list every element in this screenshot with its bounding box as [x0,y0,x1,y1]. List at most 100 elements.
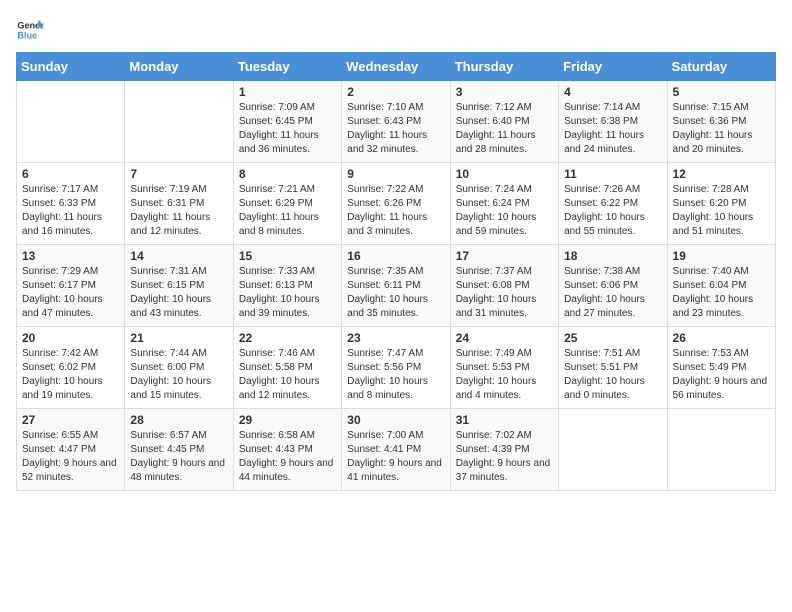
day-cell: 7 Sunrise: 7:19 AM Sunset: 6:31 PM Daylig… [125,163,233,245]
day-content: Sunrise: 6:57 AM Sunset: 4:45 PM Dayligh… [130,429,227,485]
week-row-3: 13 Sunrise: 7:29 AM Sunset: 6:17 PM Dayli… [17,245,776,327]
day-number: 22 [239,331,336,345]
day-number: 2 [347,85,444,99]
day-cell: 1 Sunrise: 7:09 AM Sunset: 6:45 PM Daylig… [233,81,341,163]
day-cell: 26Sunrise: 7:53 AM Sunset: 5:49 PM Dayli… [667,327,775,409]
svg-text:Blue: Blue [17,30,37,40]
week-row-5: 27Sunrise: 6:55 AM Sunset: 4:47 PM Dayli… [17,409,776,491]
day-number: 21 [130,331,227,345]
day-content: Sunrise: 7:12 AM Sunset: 6:40 PM Dayligh… [456,101,553,157]
day-cell: 30 Sunrise: 7:00 AM Sunset: 4:41 PM Dayli… [342,409,450,491]
day-content: Sunrise: 7:00 AM Sunset: 4:41 PM Dayligh… [347,429,444,485]
day-cell: 31 Sunrise: 7:02 AM Sunset: 4:39 PM Dayli… [450,409,558,491]
day-number: 13 [22,249,119,263]
day-number: 31 [456,413,553,427]
day-cell: 19 Sunrise: 7:40 AM Sunset: 6:04 PM Dayli… [667,245,775,327]
day-cell: 21 Sunrise: 7:44 AM Sunset: 6:00 PM Dayli… [125,327,233,409]
day-content: Sunrise: 7:33 AM Sunset: 6:13 PM Dayligh… [239,265,336,321]
day-content: Sunrise: 7:46 AM Sunset: 5:58 PM Dayligh… [239,347,336,403]
day-number: 7 [130,167,227,181]
day-content: Sunrise: 7:40 AM Sunset: 6:04 PM Dayligh… [673,265,770,321]
day-number: 15 [239,249,336,263]
day-number: 23 [347,331,444,345]
day-cell: 11 Sunrise: 7:26 AM Sunset: 6:22 PM Dayli… [559,163,667,245]
day-cell: 18 Sunrise: 7:38 AM Sunset: 6:06 PM Dayli… [559,245,667,327]
header: General Blue [16,16,776,44]
day-cell [125,81,233,163]
day-number: 12 [673,167,770,181]
day-number: 28 [130,413,227,427]
day-cell: 17Sunrise: 7:37 AM Sunset: 6:08 PM Dayli… [450,245,558,327]
day-content: Sunrise: 7:26 AM Sunset: 6:22 PM Dayligh… [564,183,661,239]
day-cell: 14 Sunrise: 7:31 AM Sunset: 6:15 PM Dayli… [125,245,233,327]
day-content: Sunrise: 7:49 AM Sunset: 5:53 PM Dayligh… [456,347,553,403]
day-cell: 22 Sunrise: 7:46 AM Sunset: 5:58 PM Dayli… [233,327,341,409]
day-cell: 3 Sunrise: 7:12 AM Sunset: 6:40 PM Daylig… [450,81,558,163]
week-row-2: 6 Sunrise: 7:17 AM Sunset: 6:33 PM Daylig… [17,163,776,245]
header-sunday: Sunday [17,53,125,81]
day-content: Sunrise: 7:24 AM Sunset: 6:24 PM Dayligh… [456,183,553,239]
header-row: SundayMondayTuesdayWednesdayThursdayFrid… [17,53,776,81]
week-row-4: 20 Sunrise: 7:42 AM Sunset: 6:02 PM Dayli… [17,327,776,409]
day-number: 19 [673,249,770,263]
day-number: 29 [239,413,336,427]
day-number: 20 [22,331,119,345]
day-cell: 29Sunrise: 6:58 AM Sunset: 4:43 PM Dayli… [233,409,341,491]
day-number: 1 [239,85,336,99]
day-number: 25 [564,331,661,345]
day-content: Sunrise: 7:10 AM Sunset: 6:43 PM Dayligh… [347,101,444,157]
day-number: 14 [130,249,227,263]
day-number: 10 [456,167,553,181]
day-content: Sunrise: 7:21 AM Sunset: 6:29 PM Dayligh… [239,183,336,239]
calendar-table: SundayMondayTuesdayWednesdayThursdayFrid… [16,52,776,491]
day-content: Sunrise: 7:44 AM Sunset: 6:00 PM Dayligh… [130,347,227,403]
day-cell: 10 Sunrise: 7:24 AM Sunset: 6:24 PM Dayli… [450,163,558,245]
day-content: Sunrise: 7:38 AM Sunset: 6:06 PM Dayligh… [564,265,661,321]
day-content: Sunrise: 7:15 AM Sunset: 6:36 PM Dayligh… [673,101,770,157]
day-cell: 28 Sunrise: 6:57 AM Sunset: 4:45 PM Dayli… [125,409,233,491]
day-number: 27 [22,413,119,427]
day-cell: 12 Sunrise: 7:28 AM Sunset: 6:20 PM Dayli… [667,163,775,245]
logo-icon: General Blue [16,16,44,44]
day-content: Sunrise: 7:31 AM Sunset: 6:15 PM Dayligh… [130,265,227,321]
day-number: 3 [456,85,553,99]
day-cell: 20 Sunrise: 7:42 AM Sunset: 6:02 PM Dayli… [17,327,125,409]
day-content: Sunrise: 7:37 AM Sunset: 6:08 PM Dayligh… [456,265,553,321]
day-cell: 6 Sunrise: 7:17 AM Sunset: 6:33 PM Daylig… [17,163,125,245]
day-number: 11 [564,167,661,181]
header-tuesday: Tuesday [233,53,341,81]
day-cell: 9Sunrise: 7:22 AM Sunset: 6:26 PM Daylig… [342,163,450,245]
day-number: 24 [456,331,553,345]
day-content: Sunrise: 7:51 AM Sunset: 5:51 PM Dayligh… [564,347,661,403]
day-number: 5 [673,85,770,99]
day-content: Sunrise: 7:14 AM Sunset: 6:38 PM Dayligh… [564,101,661,157]
day-content: Sunrise: 7:09 AM Sunset: 6:45 PM Dayligh… [239,101,336,157]
day-cell: 2 Sunrise: 7:10 AM Sunset: 6:43 PM Daylig… [342,81,450,163]
day-number: 16 [347,249,444,263]
day-number: 6 [22,167,119,181]
day-number: 4 [564,85,661,99]
header-wednesday: Wednesday [342,53,450,81]
week-row-1: 1 Sunrise: 7:09 AM Sunset: 6:45 PM Daylig… [17,81,776,163]
header-monday: Monday [125,53,233,81]
day-cell: 24 Sunrise: 7:49 AM Sunset: 5:53 PM Dayli… [450,327,558,409]
day-number: 9 [347,167,444,181]
day-content: Sunrise: 7:42 AM Sunset: 6:02 PM Dayligh… [22,347,119,403]
day-cell: 27Sunrise: 6:55 AM Sunset: 4:47 PM Dayli… [17,409,125,491]
day-content: Sunrise: 7:47 AM Sunset: 5:56 PM Dayligh… [347,347,444,403]
day-number: 18 [564,249,661,263]
header-saturday: Saturday [667,53,775,81]
day-content: Sunrise: 7:35 AM Sunset: 6:11 PM Dayligh… [347,265,444,321]
day-cell: 4 Sunrise: 7:14 AM Sunset: 6:38 PM Daylig… [559,81,667,163]
day-content: Sunrise: 7:19 AM Sunset: 6:31 PM Dayligh… [130,183,227,239]
day-content: Sunrise: 7:17 AM Sunset: 6:33 PM Dayligh… [22,183,119,239]
day-cell: 15 Sunrise: 7:33 AM Sunset: 6:13 PM Dayli… [233,245,341,327]
day-content: Sunrise: 7:28 AM Sunset: 6:20 PM Dayligh… [673,183,770,239]
day-cell: 23 Sunrise: 7:47 AM Sunset: 5:56 PM Dayli… [342,327,450,409]
day-cell: 5 Sunrise: 7:15 AM Sunset: 6:36 PM Daylig… [667,81,775,163]
day-content: Sunrise: 7:02 AM Sunset: 4:39 PM Dayligh… [456,429,553,485]
day-content: Sunrise: 7:29 AM Sunset: 6:17 PM Dayligh… [22,265,119,321]
day-number: 30 [347,413,444,427]
day-number: 8 [239,167,336,181]
day-cell: 16 Sunrise: 7:35 AM Sunset: 6:11 PM Dayli… [342,245,450,327]
